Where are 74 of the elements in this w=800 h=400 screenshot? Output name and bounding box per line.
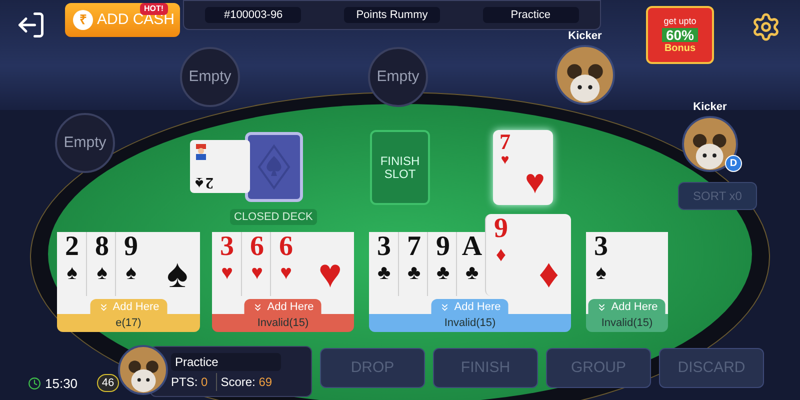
card-suit: ♠ [195, 174, 204, 190]
bonus-banner[interactable]: get upto 60% Bonus [646, 6, 714, 64]
card-suit: ♣ [407, 262, 421, 284]
playing-card[interactable]: A ♣ [456, 232, 485, 296]
finish-slot[interactable]: FINISH SLOT [370, 130, 430, 205]
card-suit: ♦ [496, 244, 506, 266]
card-suit: ♠ [596, 262, 606, 284]
closed-deck-label: CLOSED DECK [230, 209, 317, 225]
card-suit: ♣ [465, 262, 479, 284]
card-center-suit: ♥ [318, 254, 342, 294]
card-center-suit: ♦ [538, 254, 559, 294]
card-rank: 8 [95, 232, 109, 262]
score-text: Score: 69 [216, 372, 272, 390]
card-suit: ♠ [66, 262, 78, 284]
empty-seat[interactable]: Empty [55, 113, 115, 173]
card-suit: ♥ [500, 154, 510, 168]
card-rank: 7 [500, 130, 510, 154]
card-suit: ♣ [377, 262, 391, 284]
info-pill: Practice [482, 7, 579, 23]
cat-icon [564, 61, 606, 103]
joker-icon [195, 144, 207, 160]
group-status: Invalid(15) [601, 316, 653, 331]
card-suit: ♠ [126, 262, 136, 284]
group-status: Invalid(15) [257, 316, 309, 331]
settings-icon[interactable] [751, 12, 781, 42]
points-text: PTS: 0 [171, 374, 208, 390]
player-name: Kicker [693, 100, 727, 115]
card-center-suit: ♠ [166, 254, 188, 294]
playing-card[interactable]: 9 ♦ ♦ [485, 214, 571, 296]
card-rank: 9 [436, 232, 450, 262]
level-badge: 46 [97, 374, 119, 392]
card-rank: 3 [220, 232, 234, 262]
card-rank: 6 [250, 232, 264, 262]
card-rank: 6 [279, 232, 293, 262]
closed-deck-card[interactable] [245, 132, 303, 202]
card-rank: 3 [594, 232, 608, 262]
chevrons-down-icon [596, 302, 608, 313]
card-rank: 3 [377, 232, 391, 262]
group-status: e(17) [116, 316, 142, 331]
chevrons-down-icon [252, 302, 264, 313]
bonus-text: get upto [664, 16, 696, 26]
card-suit: ♥ [251, 262, 263, 284]
rupee-icon: ₹ [73, 10, 93, 30]
card-suit: ♣ [436, 262, 450, 284]
info-pill: #100003-96 [205, 7, 302, 23]
exit-icon[interactable] [16, 10, 46, 40]
chevrons-down-icon [439, 302, 450, 313]
hot-badge: HOT! [140, 3, 168, 15]
bonus-percent: 60% [662, 28, 698, 42]
card-rank: 9 [124, 232, 138, 262]
discard-card[interactable]: 7 ♥ ♥ [493, 130, 553, 205]
card-suit: ♥ [280, 262, 292, 284]
card-rank: 2 [206, 174, 214, 190]
card-rank: 7 [407, 232, 421, 262]
player-name: Kicker [568, 29, 602, 44]
player-name: Practice [171, 352, 281, 370]
card-rank: A [462, 232, 482, 262]
playing-card[interactable]: 9 ♠ ♠ [115, 232, 200, 296]
bonus-text: Bonus [664, 44, 696, 54]
card-suit: ♠ [96, 262, 108, 284]
time-text: 15:30 [45, 375, 78, 393]
info-pill: Points Rummy [344, 7, 440, 23]
card-rank: 9 [494, 214, 508, 244]
cat-icon [126, 358, 160, 393]
add-here-tab[interactable]: Add Here [244, 299, 322, 316]
open-card[interactable]: 2 ♠ [190, 140, 250, 193]
card-center-suit: ♥ [524, 165, 545, 201]
spade-emblem-icon [257, 144, 291, 190]
add-here-tab[interactable]: Add Here [588, 299, 666, 316]
group-status: Invalid(15) [444, 316, 496, 331]
clock-icon [28, 377, 41, 390]
card-rank: 2 [65, 232, 79, 262]
card-suit: ♥ [221, 262, 233, 284]
dealer-badge: D [725, 155, 742, 172]
